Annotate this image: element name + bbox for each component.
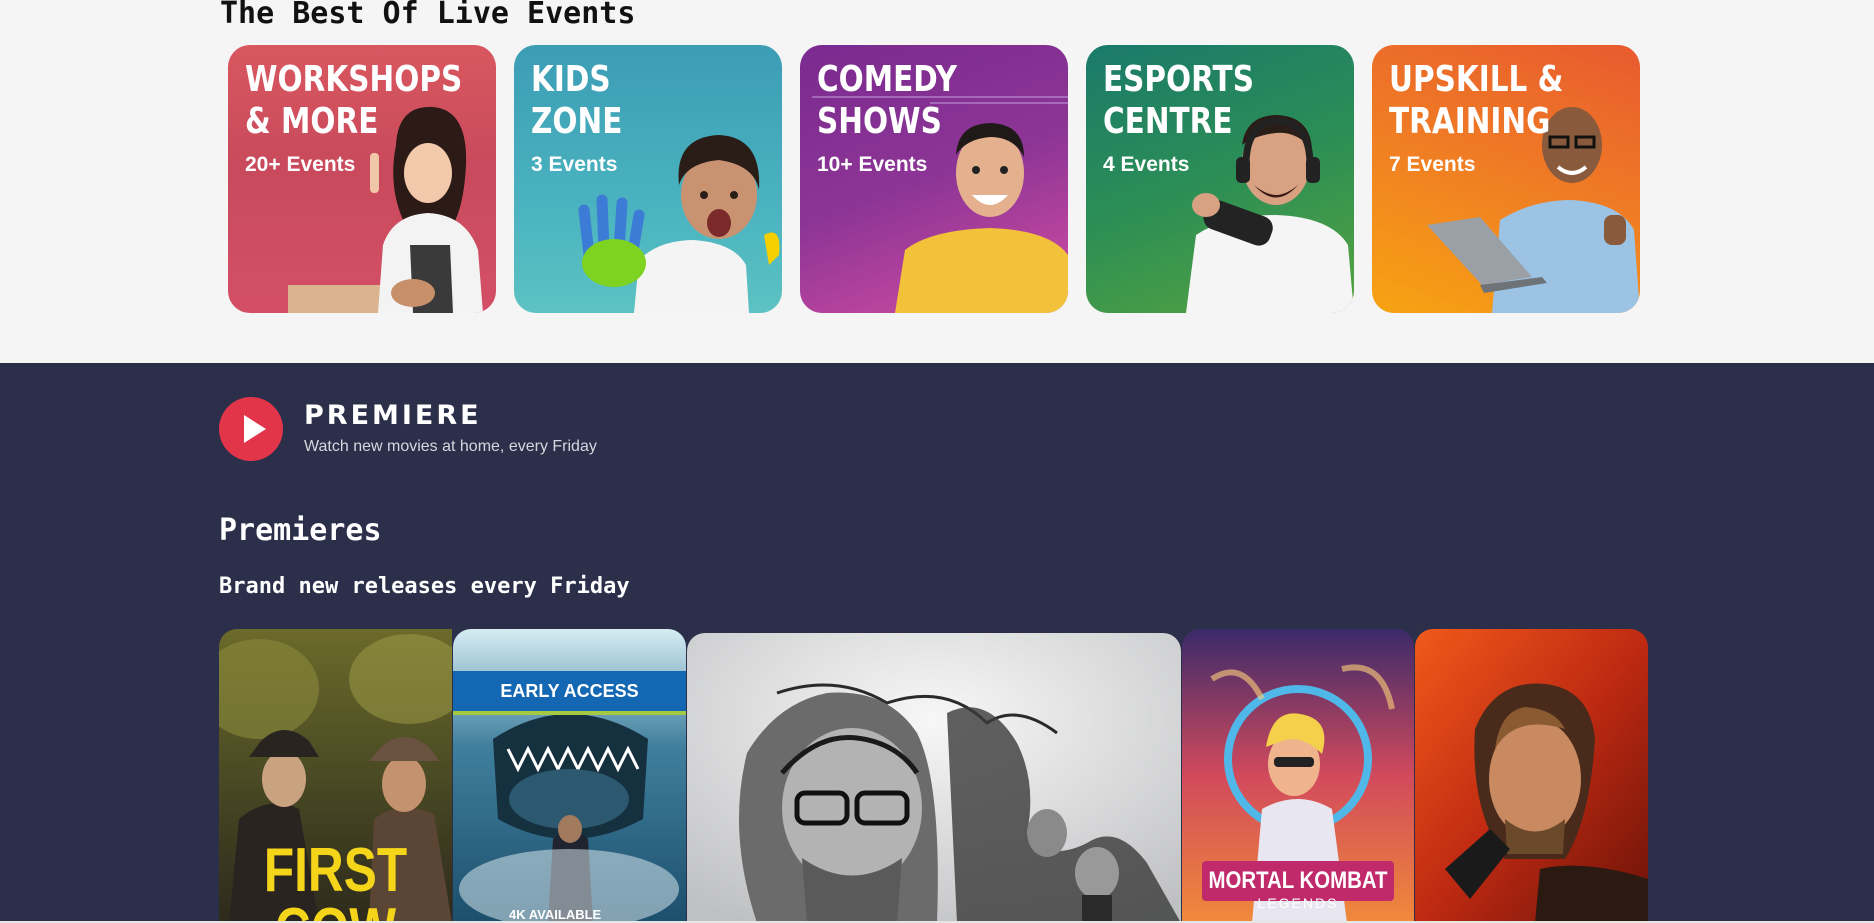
card-upskill-training[interactable]: UPSKILL & TRAINING 7 Events bbox=[1372, 45, 1640, 313]
poster-footer-text: 4K AVAILABLE bbox=[509, 907, 602, 922]
card-title: UPSKILL & TRAINING bbox=[1389, 59, 1564, 142]
card-title: KIDS ZONE bbox=[531, 59, 623, 142]
card-event-count: 10+ Events bbox=[817, 153, 928, 176]
card-event-count: 7 Events bbox=[1389, 153, 1476, 176]
card-workshops[interactable]: WORKSHOPS & MORE 20+ Events bbox=[228, 45, 496, 313]
poster-action-film[interactable] bbox=[1415, 629, 1648, 923]
poster-early-access[interactable]: EARLY ACCESS 4K AVAILABLE bbox=[453, 629, 686, 923]
poster-first-cow[interactable]: FIRST COW bbox=[219, 629, 452, 923]
card-kids-zone[interactable]: KIDS ZONE 3 Events bbox=[514, 45, 782, 313]
card-comedy-shows[interactable]: COMEDY SHOWS 10+ Events bbox=[800, 45, 1068, 313]
premieres-heading: Premieres bbox=[219, 513, 382, 548]
premiere-play-logo-icon[interactable] bbox=[219, 397, 283, 461]
premiere-tagline: Watch new movies at home, every Friday bbox=[304, 438, 597, 455]
poster-subtitle-text: LEGENDS bbox=[1257, 895, 1339, 911]
card-title: COMEDY SHOWS bbox=[817, 59, 958, 142]
card-event-count: 20+ Events bbox=[245, 153, 356, 176]
live-events-section: The Best Of Live Events WORKSHOPS & MORE… bbox=[0, 0, 1874, 363]
live-events-title: The Best Of Live Events bbox=[220, 0, 636, 31]
poster-man-glasses-tree-image bbox=[687, 633, 1181, 923]
poster-featured-drama[interactable] bbox=[687, 633, 1181, 923]
poster-shark-image bbox=[453, 629, 686, 923]
poster-title-text: MORTAL KOMBAT bbox=[1208, 867, 1388, 894]
premieres-subheading: Brand new releases every Friday bbox=[219, 574, 630, 599]
card-event-count: 3 Events bbox=[531, 153, 618, 176]
poster-man-gun-fire-image bbox=[1415, 629, 1648, 923]
card-title: WORKSHOPS & MORE bbox=[245, 59, 463, 142]
card-esports-centre[interactable]: ESPORTS CENTRE 4 Events bbox=[1086, 45, 1354, 313]
poster-title-text: FIRST COW bbox=[263, 836, 408, 923]
poster-mortal-kombat[interactable]: MORTAL KOMBAT LEGENDS bbox=[1182, 629, 1414, 923]
card-event-count: 4 Events bbox=[1103, 153, 1190, 176]
premiere-brand[interactable]: PREMIERE bbox=[304, 400, 482, 431]
card-title: ESPORTS CENTRE bbox=[1103, 59, 1254, 142]
early-access-badge: EARLY ACCESS bbox=[500, 681, 639, 701]
